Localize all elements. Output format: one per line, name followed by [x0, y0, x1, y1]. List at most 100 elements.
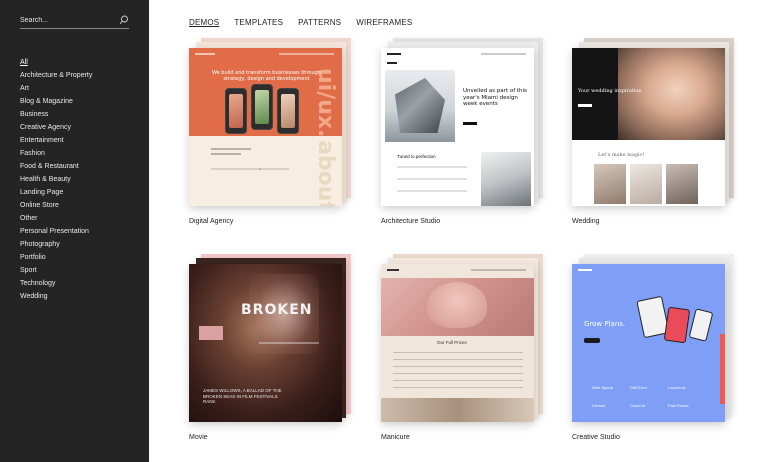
tab-bar: DEMOS TEMPLATES PATTERNS WIREFRAMES	[189, 18, 412, 27]
text-line	[387, 62, 397, 64]
category-item[interactable]: Entertainment	[20, 134, 92, 147]
demo-thumbnail[interactable]: Our Full Prices	[381, 254, 547, 426]
feature-item: Web Sports	[592, 385, 613, 390]
tab-patterns[interactable]: PATTERNS	[298, 18, 341, 27]
demo-card-digital-agency[interactable]: We build and transform businesses throug…	[189, 38, 355, 225]
category-list: All Architecture & Property Art Blog & Maga…	[20, 56, 92, 303]
hero-headline: We build and transform businesses throug…	[211, 70, 321, 82]
search-icon[interactable]	[119, 15, 129, 25]
demo-title[interactable]: Wedding	[572, 218, 600, 225]
nav-links	[481, 53, 526, 55]
section-heading: Tuned to perfection	[397, 154, 436, 159]
phone-mockup	[225, 88, 247, 134]
gallery-photo	[630, 164, 662, 204]
nav-links	[471, 269, 526, 271]
button	[584, 338, 600, 343]
feature-item: Drill Even	[630, 385, 648, 390]
preview-page: We build and transform businesses throug…	[189, 48, 342, 206]
preview-page: Grow Plans. Web Sports Drill Even Launch A…	[572, 264, 725, 422]
button	[578, 104, 592, 107]
demo-card-manicure[interactable]: Our Full Prices Manicure	[381, 254, 547, 441]
preview-page: BROKEN JAMES WILLOWS, A BALLAD OF THE BR…	[189, 264, 342, 422]
category-item[interactable]: Creative Agency	[20, 121, 92, 134]
text-line	[211, 168, 261, 170]
nav-links	[279, 53, 334, 55]
sidebar: AllArchitecture & PropertyArtBlog & Maga…	[0, 0, 149, 462]
preview-page: Unveiled as part of this year's Miami de…	[381, 48, 534, 206]
button	[463, 122, 477, 125]
demo-card-creative-studio[interactable]: Grow Plans. Web Sports Drill Even Launch A…	[572, 254, 738, 441]
tab-wireframes[interactable]: WIREFRAMES	[356, 18, 412, 27]
logo	[387, 269, 399, 271]
demo-thumbnail[interactable]: Your wedding inspiration Let's make magi…	[572, 38, 738, 210]
price-list	[393, 346, 523, 388]
category-item[interactable]: Art	[20, 82, 92, 95]
hero-headline: Unveiled as part of this year's Miami de…	[463, 88, 527, 107]
phone-mockup	[277, 88, 299, 134]
nav-bar	[195, 53, 215, 55]
category-item[interactable]: Health & Beauty	[20, 173, 92, 186]
text-line	[211, 148, 251, 150]
preview-page: Your wedding inspiration Let's make magi…	[572, 48, 725, 206]
category-item[interactable]: Personal Presentation	[20, 225, 92, 238]
phone-mockup	[663, 306, 691, 344]
demo-thumbnail[interactable]: Unveiled as part of this year's Miami de…	[381, 38, 547, 210]
demo-card-architecture-studio[interactable]: Unveiled as part of this year's Miami de…	[381, 38, 547, 225]
gallery-photo	[666, 164, 698, 204]
demo-thumbnail[interactable]: We build and transform businesses throug…	[189, 38, 355, 210]
feature-item: New Project	[592, 419, 630, 422]
hero-dark-panel	[572, 48, 618, 140]
demo-card-movie[interactable]: BROKEN JAMES WILLOWS, A BALLAD OF THE BR…	[189, 254, 355, 441]
gallery-photo	[594, 164, 626, 204]
demo-title[interactable]: Digital Agency	[189, 218, 233, 225]
category-item[interactable]: Blog & Magazine	[20, 95, 92, 108]
demo-title[interactable]: Architecture Studio	[381, 218, 440, 225]
category-item[interactable]: Portfolio	[20, 251, 92, 264]
category-item[interactable]: Architecture & Property	[20, 69, 92, 82]
text-line	[397, 178, 467, 180]
vertical-word: about.	[313, 140, 338, 206]
award-row	[259, 342, 319, 344]
category-item[interactable]: Food & Restaurant	[20, 160, 92, 173]
category-item[interactable]: Sport	[20, 264, 92, 277]
feature-image	[481, 152, 531, 206]
category-item[interactable]: Wedding	[20, 290, 92, 303]
vertical-word: ui/ux.	[313, 68, 338, 138]
category-item[interactable]: Fashion	[20, 147, 92, 160]
footer-image	[381, 398, 534, 422]
logo	[387, 53, 401, 55]
demo-title[interactable]: Movie	[189, 434, 208, 441]
category-item[interactable]: Landing Page	[20, 186, 92, 199]
category-item[interactable]: Online Store	[20, 199, 92, 212]
movie-description: JAMES WILLOWS, A BALLAD OF THE BROKEN SE…	[203, 388, 282, 404]
section-heading: Let's make magic!	[598, 152, 645, 158]
category-item[interactable]: All	[20, 56, 92, 69]
category-item[interactable]: Other	[20, 212, 92, 225]
category-item[interactable]: Photography	[20, 238, 92, 251]
tab-templates[interactable]: TEMPLATES	[234, 18, 283, 27]
demo-thumbnail[interactable]: Grow Plans. Web Sports Drill Even Launch A…	[572, 254, 738, 426]
demo-card-wedding[interactable]: Your wedding inspiration Let's make magi…	[572, 38, 738, 225]
category-item[interactable]: Technology	[20, 277, 92, 290]
feature-item: Launch Ar	[668, 385, 687, 390]
feature-item: Shared View	[668, 419, 706, 422]
tab-demos[interactable]: DEMOS	[189, 18, 219, 27]
preview-page: Our Full Prices	[381, 264, 534, 422]
category-item[interactable]: Business	[20, 108, 92, 121]
section-heading: Our Full Prices	[437, 340, 467, 345]
demo-title[interactable]: Manicure	[381, 434, 410, 441]
hero-image	[618, 48, 725, 140]
demo-title[interactable]: Creative Studio	[572, 434, 620, 441]
thumbnail-image	[199, 326, 223, 340]
feature-item: Fast Forma	[668, 403, 689, 408]
feature-item: Origin & Co	[630, 419, 668, 422]
feature-grid: Web Sports Drill Even Launch Ar Unread Cloud…	[592, 376, 712, 422]
search-input[interactable]	[20, 14, 110, 27]
text-line	[259, 168, 289, 170]
hands-image	[427, 282, 487, 328]
text-line	[397, 190, 467, 192]
demo-thumbnail[interactable]: BROKEN JAMES WILLOWS, A BALLAD OF THE BR…	[189, 254, 355, 426]
text-line	[397, 166, 467, 168]
text-line	[211, 153, 241, 155]
phone-mockup	[251, 84, 273, 130]
